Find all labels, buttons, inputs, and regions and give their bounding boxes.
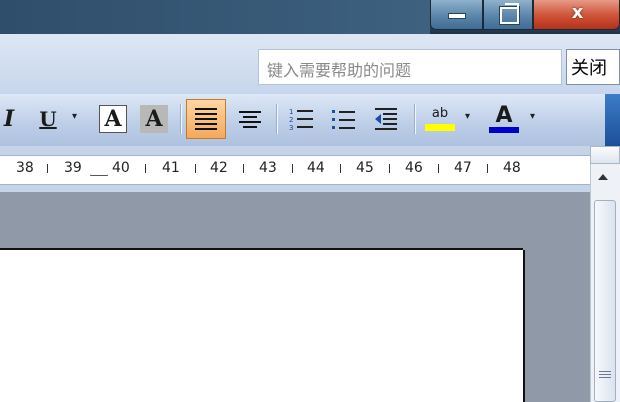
highlight-color-bar <box>425 124 455 131</box>
svg-text:2: 2 <box>289 116 293 124</box>
italic-icon: I <box>3 106 15 132</box>
character-shading-icon: A <box>140 105 168 133</box>
help-search-placeholder: 键入需要帮助的问题 <box>267 61 412 80</box>
close-icon: x <box>571 2 584 23</box>
ruler-tick <box>47 164 48 173</box>
character-border-button[interactable]: A <box>97 99 129 139</box>
ruler-number: 46 <box>405 160 423 176</box>
toolbar-separator <box>180 104 181 134</box>
close-window-button[interactable]: x <box>533 0 620 30</box>
align-left-button[interactable] <box>186 99 226 139</box>
close-document-button[interactable]: 关闭 <box>566 49 620 85</box>
ruler-number: 47 <box>454 160 472 176</box>
restore-icon <box>500 3 519 24</box>
character-shading-button[interactable]: A <box>137 99 171 139</box>
underline-button[interactable]: U <box>34 99 62 139</box>
decrease-indent-button[interactable] <box>368 99 404 139</box>
center-align-icon <box>239 110 261 128</box>
font-color-dropdown-arrow[interactable]: ▾ <box>530 111 535 122</box>
numbered-list-button[interactable]: 1 2 3 <box>284 99 318 139</box>
title-bar-background <box>0 0 430 34</box>
decrease-indent-icon <box>375 108 397 130</box>
ruler-number: 38 <box>16 160 34 176</box>
minimize-button[interactable] <box>430 0 483 30</box>
document-page[interactable] <box>0 250 523 402</box>
highlight-text: ab <box>431 106 449 121</box>
ruler-number: 44 <box>307 160 325 176</box>
indent-marker-icon[interactable] <box>91 161 105 173</box>
character-border-icon: A <box>99 105 127 133</box>
align-left-icon <box>195 108 217 130</box>
ruler-tick <box>438 164 439 173</box>
ruler-tick <box>195 164 196 173</box>
numbered-list-icon: 1 2 3 <box>289 108 313 132</box>
font-color-bar <box>489 126 519 133</box>
ruler-number: 45 <box>356 160 374 176</box>
split-box-button[interactable] <box>590 146 620 164</box>
underline-icon: U <box>39 107 57 131</box>
underline-dropdown-arrow[interactable]: ▾ <box>72 111 77 122</box>
scroll-up-icon[interactable] <box>598 174 608 180</box>
highlight-dropdown-arrow[interactable]: ▾ <box>465 111 470 122</box>
restore-button[interactable] <box>483 0 533 30</box>
ruler-tick <box>243 164 244 173</box>
font-color-letter: A <box>495 102 513 128</box>
center-align-button[interactable] <box>232 99 268 139</box>
bulleted-list-button[interactable] <box>326 99 360 139</box>
toolbar-separator <box>414 104 415 134</box>
ruler-number: 41 <box>162 160 180 176</box>
ruler-tick <box>145 164 146 173</box>
ruler-number: 40 <box>112 160 130 176</box>
ruler-number: 48 <box>503 160 521 176</box>
ruler-strip <box>0 155 590 185</box>
ruler-number: 43 <box>259 160 277 176</box>
help-search-input[interactable]: 键入需要帮助的问题 <box>258 49 562 85</box>
italic-button[interactable]: I <box>0 99 18 139</box>
toolbar-options-button[interactable] <box>605 94 620 146</box>
svg-text:3: 3 <box>289 124 293 132</box>
ruler-tick <box>487 164 488 173</box>
toolbar-separator <box>276 104 277 134</box>
ruler-number: 39 <box>64 160 82 176</box>
bulleted-list-icon <box>332 110 355 129</box>
font-color-button[interactable]: A <box>484 99 524 139</box>
svg-text:1: 1 <box>289 108 293 116</box>
minimize-icon <box>449 14 465 18</box>
ruler-number: 42 <box>210 160 228 176</box>
ruler-tick <box>389 164 390 173</box>
ruler-tick <box>292 164 293 173</box>
scrollbar-grip-icon <box>599 371 611 378</box>
ruler-tick <box>340 164 341 173</box>
highlight-button[interactable]: ab <box>420 99 460 139</box>
